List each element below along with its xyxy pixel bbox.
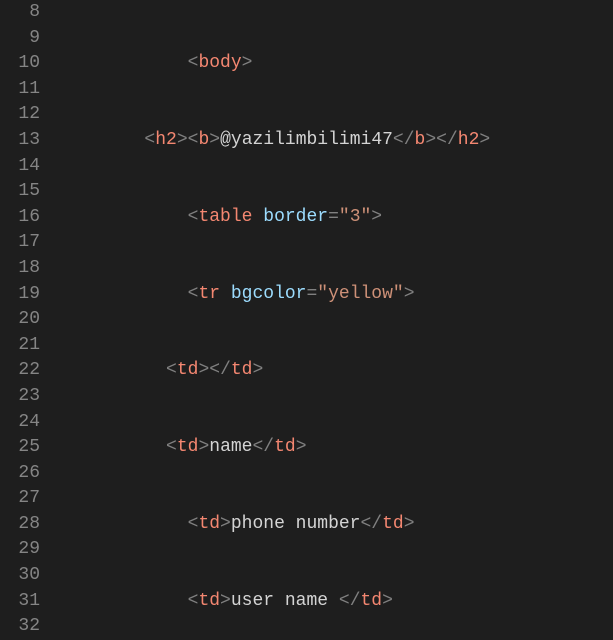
line-number: 29 — [0, 537, 58, 563]
line-number: 15 — [0, 179, 58, 205]
code-editor[interactable]: 8 9 10 11 12 13 14 15 16 17 18 19 20 21 … — [0, 0, 613, 640]
code-line[interactable]: <td></td> — [58, 358, 613, 384]
line-number: 23 — [0, 384, 58, 410]
code-line[interactable]: <table border="3"> — [58, 205, 613, 231]
line-number: 20 — [0, 307, 58, 333]
line-number: 31 — [0, 589, 58, 615]
code-line[interactable]: <h2><b>@yazilimbilimi47</b></h2> — [58, 128, 613, 154]
line-number: 25 — [0, 435, 58, 461]
line-number: 27 — [0, 486, 58, 512]
code-line[interactable]: <tr bgcolor="yellow"> — [58, 282, 613, 308]
line-number: 14 — [0, 154, 58, 180]
line-number: 11 — [0, 77, 58, 103]
line-number: 26 — [0, 461, 58, 487]
line-number: 21 — [0, 333, 58, 359]
code-area[interactable]: <body> <h2><b>@yazilimbilimi47</b></h2> … — [58, 0, 613, 640]
line-number: 8 — [0, 0, 58, 26]
code-line[interactable]: <td>name</td> — [58, 435, 613, 461]
line-number: 24 — [0, 410, 58, 436]
line-number: 12 — [0, 102, 58, 128]
line-number: 18 — [0, 256, 58, 282]
line-number-gutter: 8 9 10 11 12 13 14 15 16 17 18 19 20 21 … — [0, 0, 58, 640]
line-number: 19 — [0, 282, 58, 308]
line-number: 30 — [0, 563, 58, 589]
code-line[interactable]: <td>phone number</td> — [58, 512, 613, 538]
line-number: 9 — [0, 26, 58, 52]
line-number: 28 — [0, 512, 58, 538]
code-line[interactable]: <body> — [58, 51, 613, 77]
line-number: 16 — [0, 205, 58, 231]
line-number: 32 — [0, 614, 58, 640]
code-line[interactable]: <td>user name </td> — [58, 589, 613, 615]
line-number: 22 — [0, 358, 58, 384]
line-number: 17 — [0, 230, 58, 256]
line-number: 10 — [0, 51, 58, 77]
line-number: 13 — [0, 128, 58, 154]
